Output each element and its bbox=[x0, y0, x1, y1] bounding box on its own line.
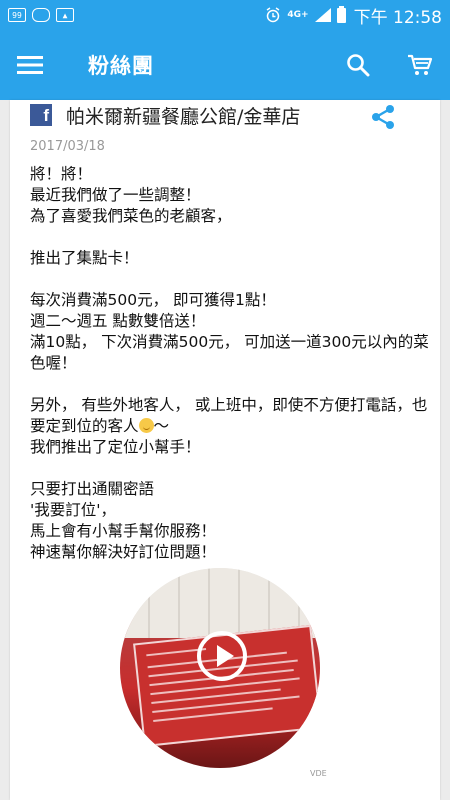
image-icon: ▲ bbox=[56, 8, 74, 22]
hamburger-menu-icon bbox=[17, 56, 43, 74]
notification-app-icon: 99 bbox=[8, 8, 26, 22]
play-button[interactable] bbox=[197, 631, 247, 681]
post-header: f 帕米爾新疆餐廳公館/金華店 bbox=[10, 100, 440, 136]
app-bar: 粉絲團 bbox=[0, 30, 450, 100]
network-type: 4G+ bbox=[287, 9, 309, 20]
status-time: 下午 12:58 bbox=[353, 7, 442, 28]
status-notifications: 99 ▲ bbox=[8, 8, 74, 22]
post-card: f 帕米爾新疆餐廳公館/金華店 2017/03/18 將！將！ 最近我們做了一些… bbox=[10, 100, 440, 800]
menu-button[interactable] bbox=[0, 30, 60, 100]
search-icon bbox=[347, 54, 370, 77]
page-title: 粉絲團 bbox=[88, 54, 154, 78]
battery-icon bbox=[336, 5, 346, 23]
shop-name[interactable]: 帕米爾新疆餐廳公館/金華店 bbox=[66, 102, 300, 129]
status-system: 4G+ 下午 12:58 bbox=[265, 3, 442, 28]
status-bar: 99 ▲ 4G+ 下午 12:58 bbox=[0, 0, 450, 30]
cart-button[interactable] bbox=[398, 30, 442, 100]
post-text-part2: ～ 我們推出了定位小幫手！ 只要打出通關密語 '我要訂位'， 馬上會有小幫手幫你… bbox=[30, 417, 217, 561]
smile-emoji-icon bbox=[138, 418, 154, 433]
post-body: 將！將！ 最近我們做了一些調整！ 為了喜愛我們菜色的老顧客， 推出了集點卡！ 每… bbox=[30, 164, 430, 563]
video-thumbnail[interactable] bbox=[120, 568, 320, 768]
video-watermark: VDE bbox=[310, 769, 327, 778]
post-date: 2017/03/18 bbox=[30, 139, 105, 154]
signal-icon bbox=[314, 8, 331, 22]
shopping-cart-icon bbox=[408, 54, 433, 75]
facebook-icon: f bbox=[30, 104, 52, 126]
cloud-icon bbox=[32, 8, 50, 22]
alarm-icon bbox=[267, 7, 280, 23]
share-icon[interactable] bbox=[370, 104, 396, 130]
post-text-part1: 將！將！ 最近我們做了一些調整！ 為了喜愛我們菜色的老顧客， 推出了集點卡！ 每… bbox=[30, 165, 429, 435]
search-button[interactable] bbox=[336, 30, 380, 100]
